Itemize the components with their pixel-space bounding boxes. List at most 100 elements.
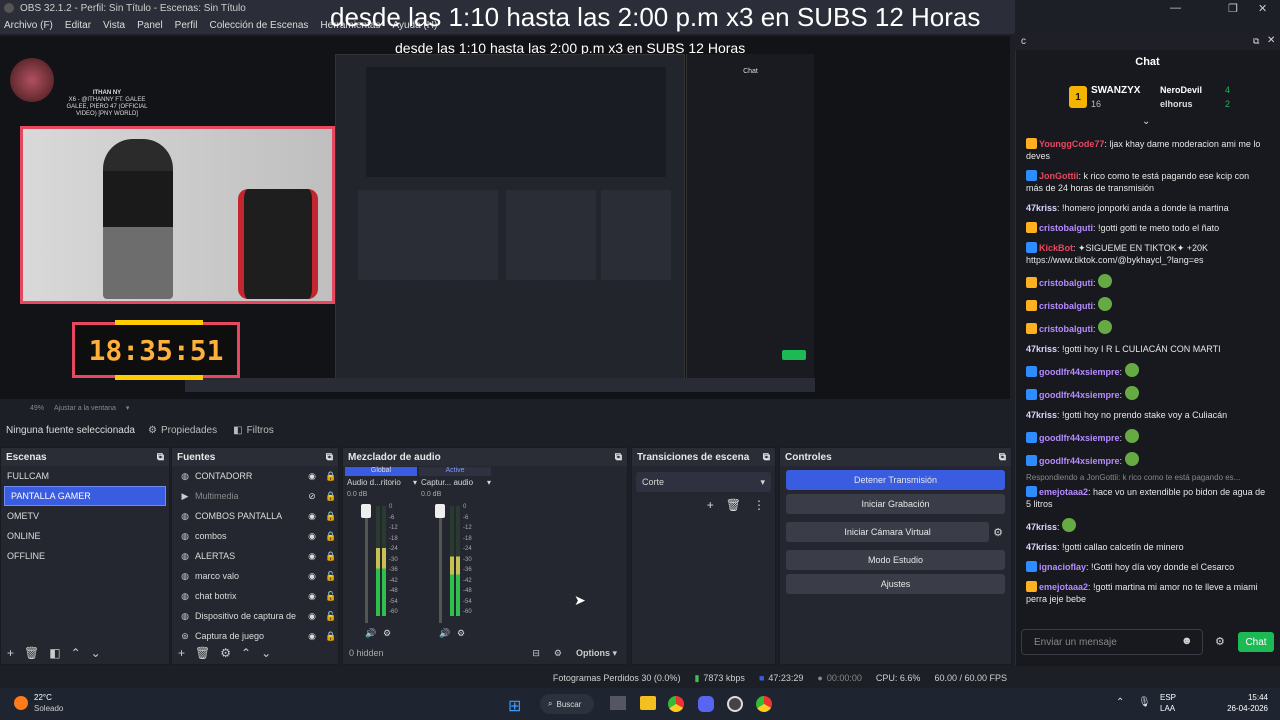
trash-icon[interactable]: 🗑	[195, 646, 210, 660]
chat-username[interactable]: 47kriss	[1026, 522, 1057, 532]
eye-icon[interactable]: ◉	[305, 471, 319, 482]
chat-username[interactable]: cristobalguti	[1039, 223, 1093, 233]
eye-icon[interactable]: ◉	[305, 511, 319, 522]
gear-icon[interactable]: ⚙	[383, 628, 391, 639]
undock-icon[interactable]: ⧉	[615, 452, 622, 463]
chat-username[interactable]: YounggCode77	[1039, 139, 1104, 149]
settings-icon[interactable]: ⚙	[554, 648, 562, 659]
keyboard-lang[interactable]: ESP	[1160, 693, 1176, 702]
filters-button[interactable]: ◧ Filtros	[225, 425, 282, 436]
chat-message[interactable]: cristobalguti:	[1016, 316, 1276, 339]
gear-icon[interactable]: ⚙	[220, 646, 231, 660]
clock-date[interactable]: 26-04-2026	[1222, 704, 1268, 713]
tray-chevron-up-icon[interactable]: ⌃	[1116, 697, 1124, 708]
chat-username[interactable]: emejotaaa2	[1039, 582, 1088, 592]
chat-username[interactable]: 47kriss	[1026, 542, 1057, 552]
lock-icon[interactable]: 🔒	[324, 631, 338, 642]
gear-icon[interactable]: ⚙	[457, 628, 465, 639]
chat-username[interactable]: goodlfr44xsiempre	[1039, 367, 1120, 377]
chat-username[interactable]: cristobalguti	[1039, 301, 1093, 311]
chat-message[interactable]: YounggCode77: ljax khay dame moderacion …	[1016, 134, 1276, 166]
transition-select[interactable]: Corte ▾	[636, 472, 771, 492]
source-item[interactable]: ◍ chat botrix ◉ 🔓	[172, 586, 338, 606]
file-explorer-icon[interactable]	[640, 696, 656, 710]
arrow-up-icon[interactable]: ⌃	[71, 646, 81, 660]
undock-icon[interactable]: ⧉	[763, 452, 770, 463]
source-item[interactable]: ◍ ALERTAS ◉ 🔒	[172, 546, 338, 566]
lock-icon[interactable]: 🔒	[324, 531, 338, 542]
chrome-icon[interactable]	[756, 696, 772, 712]
chat-username[interactable]: ignacioflay	[1039, 562, 1086, 572]
add-icon[interactable]: +	[178, 646, 185, 660]
chat-message[interactable]: cristobalguti:	[1016, 293, 1276, 316]
menu-profile[interactable]: Perfil	[175, 20, 198, 31]
channel-name-select[interactable]: Captur... audio ▾	[421, 478, 491, 487]
microphone-icon[interactable]: 🎙	[1138, 697, 1151, 708]
weather-icon[interactable]	[14, 696, 28, 710]
tab-global[interactable]: Global	[345, 467, 417, 476]
clock-time[interactable]: 15:44	[1222, 693, 1268, 702]
obs-icon[interactable]	[727, 696, 743, 712]
arrow-down-icon[interactable]: ⌄	[91, 646, 101, 660]
layout-icon[interactable]: ⊟	[532, 648, 540, 659]
chat-username[interactable]: cristobalguti	[1039, 278, 1093, 288]
chat-username[interactable]: emejotaaa2	[1039, 487, 1088, 497]
eye-icon[interactable]: ◉	[305, 611, 319, 622]
zoom-level[interactable]: 49%	[30, 405, 44, 412]
source-item[interactable]: ◍ combos ◉ 🔒	[172, 526, 338, 546]
volume-fader[interactable]	[439, 508, 442, 623]
properties-button[interactable]: ⚙ Propiedades	[140, 425, 225, 436]
eye-icon[interactable]: ◉	[305, 591, 319, 602]
gear-icon[interactable]: ⚙	[1215, 635, 1225, 648]
eye-icon[interactable]: ◉	[305, 551, 319, 562]
eye-icon[interactable]: ◉	[305, 571, 319, 582]
preview-canvas[interactable]: desde las 1:10 hasta las 2:00 p.m x3 en …	[0, 36, 1010, 417]
emoji-icon[interactable]: ☻	[1181, 635, 1193, 647]
lock-icon[interactable]: 🔒	[324, 471, 338, 482]
keyboard-layout[interactable]: LAA	[1160, 704, 1175, 713]
chat-message[interactable]: cristobalguti: !gotti gotti te meto todo…	[1016, 218, 1276, 238]
chat-message[interactable]: emejotaaa2: !gotti martina mi amor no te…	[1016, 577, 1276, 609]
chat-message[interactable]: 47kriss: !gotti callao calcetín de miner…	[1016, 537, 1276, 557]
unlock-icon[interactable]: 🔓	[324, 591, 338, 602]
gear-icon[interactable]: ⚙	[993, 526, 1003, 539]
taskbar-search[interactable]: ⌕ Buscar	[540, 694, 594, 714]
chat-message[interactable]: goodlfr44xsiempre:	[1016, 359, 1276, 382]
chat-username[interactable]: goodlfr44xsiempre	[1039, 390, 1120, 400]
chat-username[interactable]: goodlfr44xsiempre	[1039, 433, 1120, 443]
options-dropdown[interactable]: Options ▾	[576, 648, 617, 659]
chat-message[interactable]: emejotaaa2: hace vo un extendible po bid…	[1016, 482, 1276, 514]
chat-username[interactable]: KickBot	[1039, 243, 1073, 253]
volume-fader-knob[interactable]	[435, 504, 445, 518]
chrome-icon[interactable]	[668, 696, 684, 712]
chat-message-input[interactable]: Enviar un mensaje	[1021, 629, 1203, 655]
undock-icon[interactable]: ⧉	[326, 452, 333, 463]
menu-docks[interactable]: Panel	[137, 20, 163, 31]
chat-message[interactable]: 47kriss: !gotti hoy no prendo stake voy …	[1016, 405, 1276, 425]
chevron-down-icon[interactable]: ▾	[126, 404, 130, 412]
close-icon[interactable]: ✕	[1267, 35, 1275, 46]
windows-start-icon[interactable]: ⊞	[508, 696, 521, 716]
eye-icon[interactable]: ◉	[305, 631, 319, 642]
scene-item[interactable]: OFFLINE	[1, 546, 169, 566]
volume-fader-knob[interactable]	[361, 504, 371, 518]
trash-icon[interactable]: 🗑	[726, 498, 741, 512]
source-item[interactable]: ◍ CONTADORR ◉ 🔒	[172, 466, 338, 486]
arrow-down-icon[interactable]: ⌄	[261, 646, 271, 660]
eye-icon[interactable]: ◉	[305, 531, 319, 542]
start-virtual-camera-button[interactable]: Iniciar Cámara Virtual	[786, 522, 990, 542]
menu-view[interactable]: Vista	[103, 20, 125, 31]
undock-icon[interactable]: ⧉	[157, 452, 164, 463]
settings-button[interactable]: Ajustes	[786, 574, 1005, 594]
chat-message[interactable]: 47kriss:	[1016, 514, 1276, 537]
volume-fader[interactable]	[365, 508, 368, 623]
chat-message[interactable]: KickBot: ✦SIGUEME EN TIKTOK✦ +20K https:…	[1016, 238, 1276, 270]
lock-icon[interactable]: 🔒	[324, 491, 338, 502]
scene-item[interactable]: PANTALLA GAMER	[4, 486, 166, 506]
task-view-icon[interactable]	[610, 696, 626, 710]
add-icon[interactable]: +	[707, 498, 714, 512]
menu-edit[interactable]: Editar	[65, 20, 91, 31]
source-item[interactable]: ◍ Dispositivo de captura de ◉ 🔓	[172, 606, 338, 626]
chat-message[interactable]: 47kriss: !homero jonporki anda a donde l…	[1016, 198, 1276, 218]
speaker-icon[interactable]: 🔊	[365, 628, 376, 639]
